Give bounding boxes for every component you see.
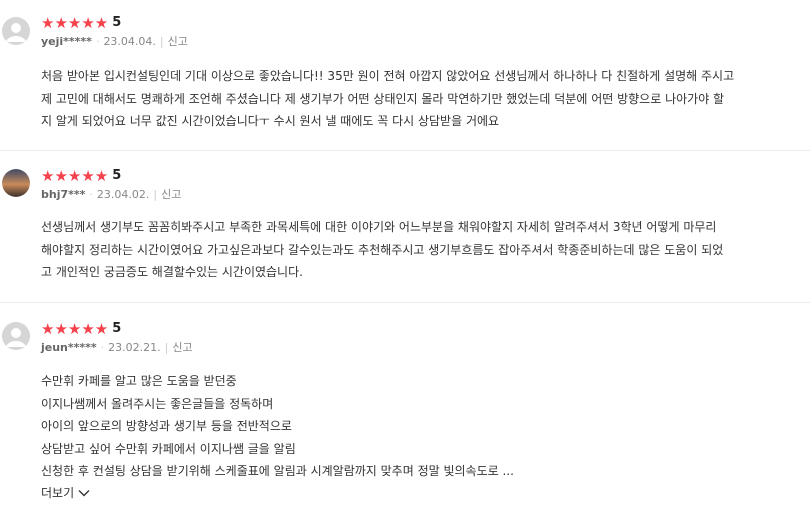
avatar[interactable] xyxy=(2,169,30,197)
rating-score: 5 xyxy=(112,15,122,30)
more-label: 더보기 xyxy=(41,486,75,500)
avatar[interactable] xyxy=(2,17,30,45)
review-text: 처음 받아본 입시컨설팅인데 기대 이상으로 좋았습니다!! 35만 원이 전혀… xyxy=(41,69,735,128)
report-link[interactable]: 신고 xyxy=(161,188,181,201)
rating-score: 5 xyxy=(112,168,122,183)
chevron-down-icon xyxy=(78,489,90,496)
star-rating: ★★★★★ 5 xyxy=(41,321,121,337)
review-text: 수만휘 카페를 알고 많은 도움을 받던중 이지나쌤께서 올려주시는 좋은글들을… xyxy=(41,374,514,478)
divider xyxy=(0,302,810,303)
star-icons: ★★★★★ xyxy=(41,320,109,338)
avatar[interactable] xyxy=(2,322,30,350)
reviewer-name[interactable]: yeji***** xyxy=(41,35,92,48)
star-rating: ★★★★★ 5 xyxy=(41,15,121,31)
review-date: 23.04.04. xyxy=(103,35,156,48)
rating-score: 5 xyxy=(112,321,122,336)
report-link[interactable]: 신고 xyxy=(172,341,192,354)
reviewer-name[interactable]: bhj7*** xyxy=(41,188,85,201)
divider xyxy=(0,150,810,151)
star-icons: ★★★★★ xyxy=(41,167,109,185)
review-text: 선생님께서 생기부도 꼼꼼히봐주시고 부족한 과목세특에 대한 이야기와 어느부… xyxy=(41,220,724,279)
report-link[interactable]: 신고 xyxy=(168,35,188,48)
review-meta: yeji***** · 23.04.04. | 신고 xyxy=(41,35,188,48)
reviewer-name[interactable]: jeun***** xyxy=(41,341,97,354)
review-meta: jeun***** · 23.02.21. | 신고 xyxy=(41,341,193,354)
review-meta: bhj7*** · 23.04.02. | 신고 xyxy=(41,188,182,201)
review-date: 23.04.02. xyxy=(96,188,150,201)
star-rating: ★★★★★ 5 xyxy=(41,168,121,184)
review-date: 23.02.21. xyxy=(108,341,161,354)
star-icons: ★★★★★ xyxy=(41,14,109,32)
more-button[interactable]: 더보기 xyxy=(41,484,90,501)
